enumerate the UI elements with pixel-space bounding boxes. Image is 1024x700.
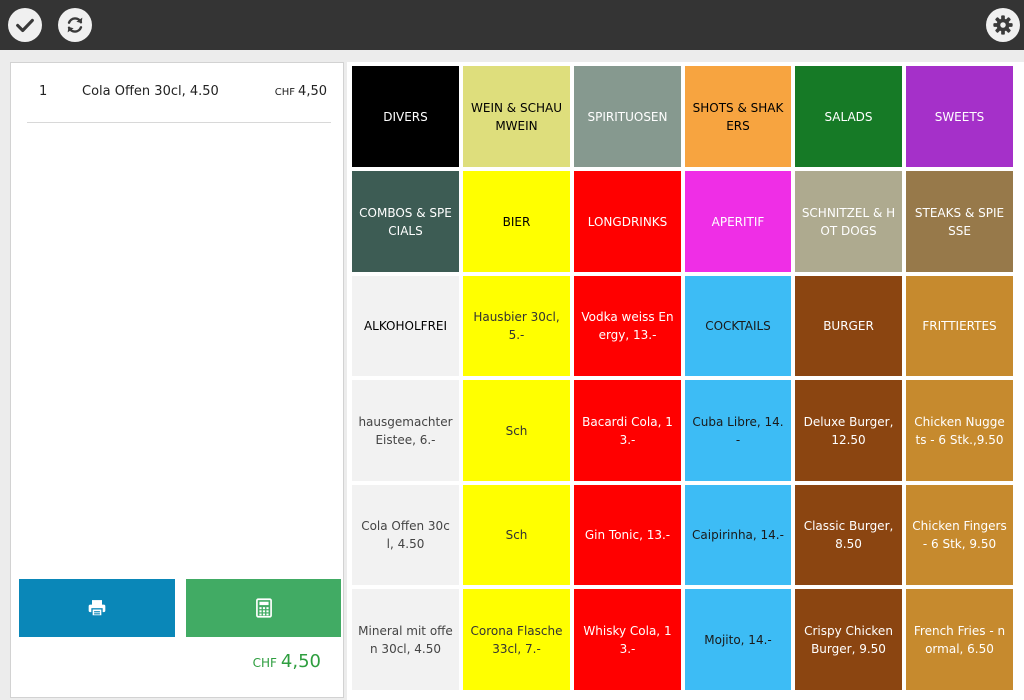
tile-r1-c4[interactable]: SHOTS & SHAKERS	[685, 66, 791, 167]
refresh-button[interactable]	[58, 8, 92, 42]
tile-r2-c2[interactable]: BIER	[463, 171, 570, 272]
calculator-icon	[255, 598, 272, 618]
tile-label: Gin Tonic, 13.-	[584, 528, 671, 542]
tile-label: Corona Flasche 33cl, 7.-	[470, 623, 563, 656]
tile-label: Mineral mit offen 30cl, 4.50	[358, 623, 453, 656]
order-line-quantity: 1	[39, 84, 48, 99]
tile-r3-c4[interactable]: COCKTAILS	[685, 276, 791, 376]
tile-label: Chicken Nuggets - 6 Stk.,9.50	[914, 414, 1005, 447]
tile-label: Bacardi Cola, 13.-	[582, 414, 673, 447]
tile-r6-c2[interactable]: Corona Flasche 33cl, 7.-	[463, 589, 570, 690]
tile-r5-c3[interactable]: Gin Tonic, 13.-	[574, 485, 681, 585]
top-toolbar	[0, 0, 1024, 50]
tile-label: SCHNITZEL & HOT DOGS	[801, 205, 896, 238]
tile-label: Hausbier 30cl, 5.-	[473, 310, 560, 342]
tile-r3-c6[interactable]: FRITTIERTES	[906, 276, 1013, 376]
tile-label: Cuba Libre, 14.-	[692, 414, 784, 447]
tile-r2-c6[interactable]: STEAKS & SPIESSE	[906, 171, 1013, 272]
tile-r5-c1[interactable]: Cola Offen 30cl, 4.50	[352, 485, 459, 585]
tile-label: DIVERS	[383, 109, 428, 124]
tile-r2-c5[interactable]: SCHNITZEL & HOT DOGS	[795, 171, 902, 272]
gear-icon	[993, 15, 1013, 35]
tile-label: Chicken Fingers - 6 Stk, 9.50	[912, 519, 1007, 551]
tile-r2-c3[interactable]: LONGDRINKS	[574, 171, 681, 272]
tile-r4-c1[interactable]: hausgemachter Eistee, 6.-	[352, 380, 459, 481]
confirm-button[interactable]	[8, 8, 42, 42]
tile-r4-c5[interactable]: Deluxe Burger, 12.50	[795, 380, 902, 481]
tile-label: Whisky Cola, 13.-	[583, 623, 672, 656]
tile-r6-c1[interactable]: Mineral mit offen 30cl, 4.50	[352, 589, 459, 690]
tile-label: Vodka weiss Energy, 13.-	[581, 310, 674, 342]
tile-label: Cola Offen 30cl, 4.50	[361, 519, 450, 551]
tile-r1-c5[interactable]: SALADS	[795, 66, 902, 167]
tile-r4-c3[interactable]: Bacardi Cola, 13.-	[574, 380, 681, 481]
tile-label: COMBOS & SPECIALS	[359, 205, 452, 238]
calculator-button[interactable]	[186, 579, 341, 637]
tile-label: STEAKS & SPIESSE	[914, 205, 1005, 238]
total-currency: CHF	[252, 656, 277, 670]
order-line-price: CHF 4,50	[275, 84, 327, 99]
order-panel: 1 Cola Offen 30cl, 4.50 CHF 4,50 CHF 4,50	[10, 62, 344, 698]
tile-label: LONGDRINKS	[587, 214, 668, 229]
tile-label: APERITIF	[711, 214, 765, 229]
tile-r1-c3[interactable]: SPIRITUOSEN	[574, 66, 681, 167]
tile-label: Classic Burger, 8.50	[803, 519, 894, 551]
tile-r5-c6[interactable]: Chicken Fingers - 6 Stk, 9.50	[906, 485, 1013, 585]
order-total: CHF 4,50	[253, 651, 321, 672]
tile-r5-c2[interactable]: Sch	[463, 485, 570, 585]
product-grid: DIVERS WEIN & SCHAUMWEIN SPIRITUOSEN SHOTS …	[347, 62, 1024, 700]
tile-r4-c2[interactable]: Sch	[463, 380, 570, 481]
tile-label: SWEETS	[934, 109, 985, 124]
tile-label: SPIRITUOSEN	[587, 109, 668, 124]
order-line-name: Cola Offen 30cl, 4.50	[82, 84, 219, 99]
tile-label: FRITTIERTES	[922, 319, 997, 333]
tile-r1-c2[interactable]: WEIN & SCHAUMWEIN	[463, 66, 570, 167]
print-button[interactable]	[19, 579, 175, 637]
tile-r1-c1[interactable]: DIVERS	[352, 66, 459, 167]
tile-label: COCKTAILS	[705, 319, 771, 333]
order-line[interactable]: 1 Cola Offen 30cl, 4.50 CHF 4,50	[27, 75, 331, 123]
tile-label: Caipirinha, 14.-	[692, 528, 784, 542]
tile-r6-c6[interactable]: French Fries - normal, 6.50	[906, 589, 1013, 690]
tile-r6-c4[interactable]: Mojito, 14.-	[685, 589, 791, 690]
tile-label: Sch	[505, 423, 528, 438]
tile-label: BIER	[502, 214, 531, 229]
tile-r2-c4[interactable]: APERITIF	[685, 171, 791, 272]
tile-r2-c1[interactable]: COMBOS & SPECIALS	[352, 171, 459, 272]
tile-r3-c1[interactable]: ALKOHOLFREI	[352, 276, 459, 376]
tile-label: hausgemachter Eistee, 6.-	[358, 414, 453, 447]
tile-label: ALKOHOLFREI	[363, 319, 448, 333]
tile-label: French Fries - normal, 6.50	[913, 623, 1006, 656]
tile-r5-c4[interactable]: Caipirinha, 14.-	[685, 485, 791, 585]
tile-r6-c3[interactable]: Whisky Cola, 13.-	[574, 589, 681, 690]
tile-r4-c4[interactable]: Cuba Libre, 14.-	[685, 380, 791, 481]
tile-r5-c5[interactable]: Classic Burger, 8.50	[795, 485, 902, 585]
order-line-currency: CHF	[274, 87, 296, 98]
refresh-icon	[67, 17, 83, 33]
tile-r3-c5[interactable]: BURGER	[795, 276, 902, 376]
order-line-amount: 4,50	[298, 84, 327, 99]
tile-label: WEIN & SCHAUMWEIN	[471, 100, 562, 133]
tile-label: Crispy Chicken Burger, 9.50	[804, 623, 893, 656]
tile-label: Sch	[505, 528, 528, 542]
tile-r3-c2[interactable]: Hausbier 30cl, 5.-	[463, 276, 570, 376]
total-amount: 4,50	[280, 651, 321, 672]
tile-label: BURGER	[823, 319, 874, 333]
checkmark-icon	[16, 18, 34, 33]
tile-r4-c6[interactable]: Chicken Nuggets - 6 Stk.,9.50	[906, 380, 1013, 481]
settings-button[interactable]	[986, 8, 1020, 42]
tile-label: SALADS	[824, 109, 873, 124]
printer-icon	[88, 600, 106, 617]
tile-label: Deluxe Burger, 12.50	[803, 414, 894, 447]
tile-r1-c6[interactable]: SWEETS	[906, 66, 1013, 167]
tile-r3-c3[interactable]: Vodka weiss Energy, 13.-	[574, 276, 681, 376]
tile-label: Mojito, 14.-	[704, 632, 772, 647]
tile-label: SHOTS & SHAKERS	[692, 100, 784, 133]
tile-r6-c5[interactable]: Crispy Chicken Burger, 9.50	[795, 589, 902, 690]
